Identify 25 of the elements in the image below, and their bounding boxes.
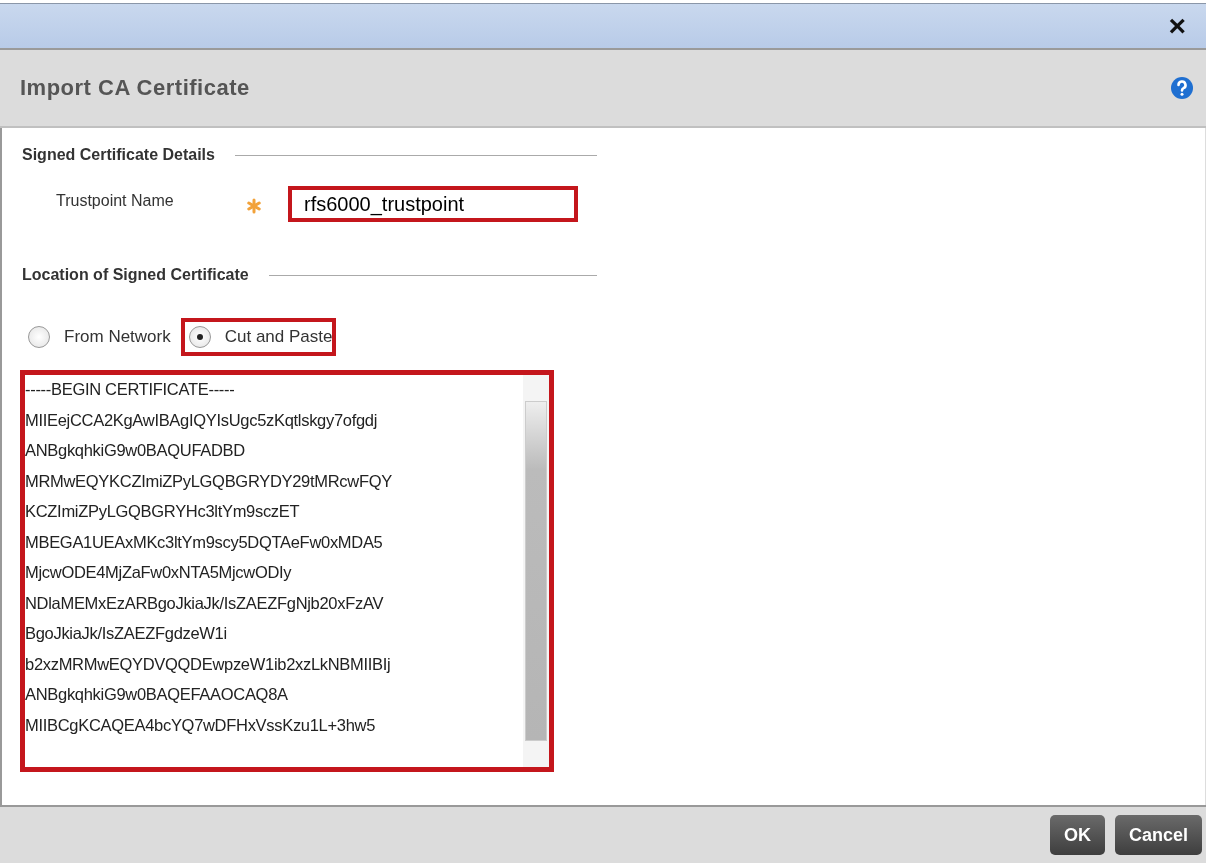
dialog-title: Import CA Certificate [20,75,250,101]
dialog-button[interactable]: OK [1049,815,1105,855]
section-heading: Signed Certificate Details [22,146,215,164]
field-label: Trustpoint Name [56,192,175,211]
dialog-button[interactable]: Cancel [1114,815,1202,855]
radio-option[interactable]: From Network [20,318,175,356]
text-field[interactable]: rfs6000_trustpoint [288,186,578,222]
close-button[interactable]: × [1166,12,1188,40]
text-line: NDlaMEMxEzARBgoJkiaJk/IsZAEZFgNjb20xFzAV [25,592,385,614]
radio-option[interactable]: Cut and Paste [180,318,337,356]
text-line: MjcwODE4MjZaFw0xNTA5MjcwODIy [25,562,293,583]
text-line: MRMwEQYKCZImiZPyLGQBGRYDY29tMRcwFQY [25,470,393,492]
text-line: ANBgkqhkiG9w0BAQEFAAOCAQ8A [25,684,289,705]
text-line: ANBgkqhkiG9w0BAQUFADBD [25,440,246,461]
text-line: -----BEGIN CERTIFICATE----- [25,379,236,400]
certificate-text-area[interactable] [20,370,554,772]
text-line: KCZImiZPyLGQBGRYHc3ltYm9sczET [25,501,301,522]
text-line: MIIEejCCA2KgAwIBAgIQYIsUgc5zKqtlskgy7ofgdj [25,409,379,431]
text-line: MBEGA1UEAxMKc3ltYm9scy5DQTAeFw0xMDA5 [25,531,384,553]
scrollbar[interactable] [523,375,549,767]
text-line: b2xzMRMwEQYDVQQDEwpzeW1ib2xzLkNBMIIBIj [25,653,392,675]
help-icon[interactable] [1170,76,1194,100]
text-line: MIIBCgKCAQEA4bcYQ7wDFHxVssKzu1L+3hw5 [25,714,377,736]
text-line: BgoJkiaJk/IsZAEZFgdzeW1i [25,623,228,644]
section-heading: Location of Signed Certificate [22,266,249,284]
